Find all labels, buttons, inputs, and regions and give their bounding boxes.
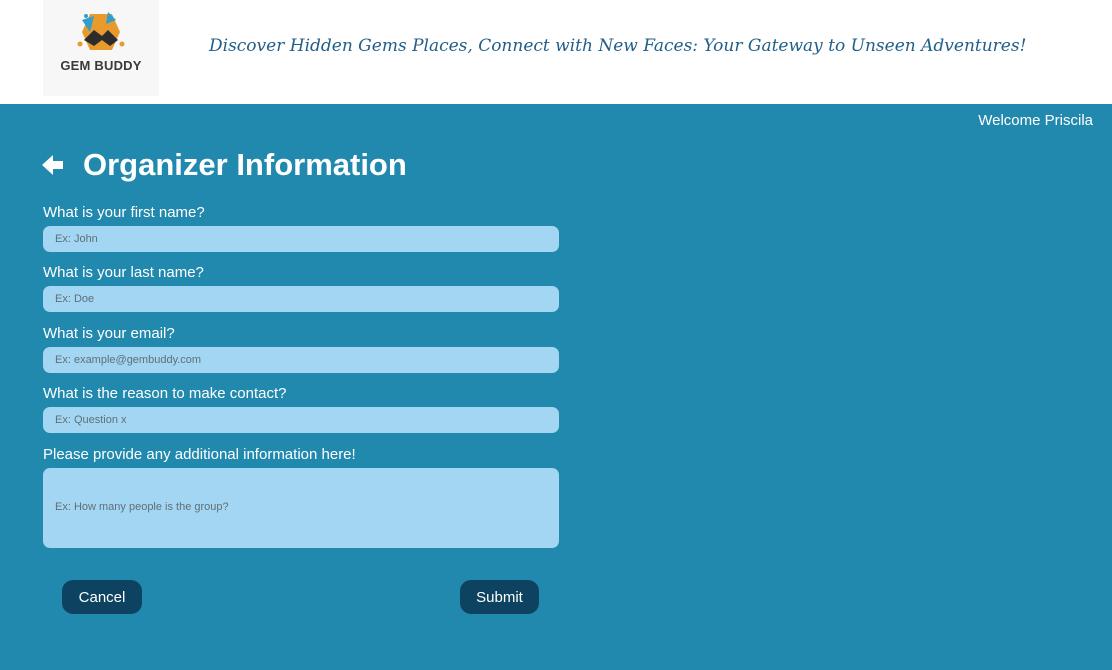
page-title: Organizer Information	[83, 147, 407, 182]
submit-button[interactable]: Submit	[460, 580, 539, 614]
cancel-button[interactable]: Cancel	[62, 580, 142, 614]
email-label: What is your email?	[43, 325, 175, 342]
additional-info-label: Please provide any additional informatio…	[43, 446, 356, 463]
arrow-left-icon[interactable]	[42, 155, 64, 175]
handshake-logo-icon	[77, 12, 125, 50]
logo[interactable]: GEM BUDDY	[43, 0, 159, 96]
tagline: Discover Hidden Gems Places, Connect wit…	[209, 36, 1027, 56]
first-name-label: What is your first name?	[43, 204, 205, 221]
last-name-label: What is your last name?	[43, 264, 204, 281]
email-input[interactable]	[43, 347, 559, 373]
welcome-text: Welcome Priscila	[978, 112, 1093, 129]
last-name-input[interactable]	[43, 286, 559, 312]
first-name-input[interactable]	[43, 226, 559, 252]
logo-text: GEM BUDDY	[60, 58, 142, 73]
reason-input[interactable]	[43, 407, 559, 433]
reason-label: What is the reason to make contact?	[43, 385, 287, 402]
additional-info-textarea[interactable]	[43, 468, 559, 548]
header: GEM BUDDY Discover Hidden Gems Places, C…	[0, 0, 1112, 104]
